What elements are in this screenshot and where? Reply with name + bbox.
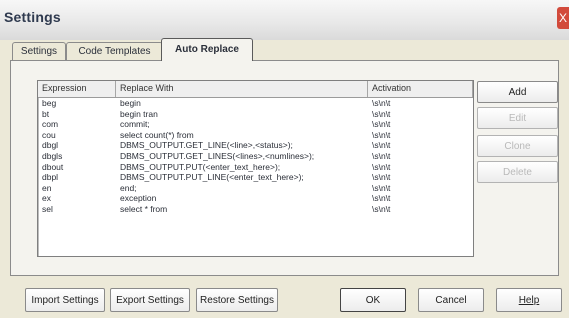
- activation-cell: \s\n\t: [372, 140, 391, 151]
- expression-cell: dbgls: [42, 150, 63, 161]
- export-settings-button[interactable]: Export Settings: [110, 288, 190, 312]
- expression-cell: ex: [42, 193, 51, 204]
- replace-with-cell: DBMS_OUTPUT.GET_LINE(<line>,<status>);: [120, 140, 293, 151]
- table-row[interactable]: sel select * from \s\n\t: [38, 204, 473, 215]
- table-row[interactable]: beg begin \s\n\t: [38, 98, 473, 109]
- expression-cell: beg: [42, 98, 57, 108]
- table-row[interactable]: dbgl DBMS_OUTPUT.GET_LINE(<line>,<status>…: [38, 140, 473, 151]
- replace-with-cell: DBMS_OUTPUT.PUT_LINE(<enter_text_here>);: [120, 172, 304, 183]
- delete-button[interactable]: Delete: [477, 161, 558, 183]
- tab-settings[interactable]: Settings: [12, 42, 66, 61]
- list-header: Expression Replace With Activation: [38, 81, 473, 98]
- expression-cell: dbout: [42, 161, 64, 172]
- activation-cell: \s\n\t: [372, 182, 391, 193]
- clone-button[interactable]: Clone: [477, 135, 558, 157]
- activation-cell: \s\n\t: [372, 161, 391, 172]
- activation-cell: \s\n\t: [372, 119, 391, 130]
- replace-with-cell: end;: [120, 182, 137, 193]
- activation-cell: \s\n\t: [372, 129, 391, 140]
- replace-with-cell: begin tran: [120, 108, 158, 119]
- expression-cell: dbgl: [42, 140, 59, 151]
- restore-settings-button[interactable]: Restore Settings: [196, 288, 278, 312]
- import-settings-button[interactable]: Import Settings: [25, 288, 105, 312]
- auto-replace-panel: Expression Replace With Activation beg be…: [10, 60, 559, 276]
- settings-dialog: Settings X Settings Code Templates Auto …: [0, 0, 569, 318]
- activation-cell: \s\n\t: [372, 172, 391, 183]
- activation-cell: \s\n\t: [372, 108, 391, 119]
- auto-replace-list[interactable]: Expression Replace With Activation beg be…: [37, 80, 474, 257]
- replace-with-cell: select count(*) from: [120, 129, 194, 140]
- help-button[interactable]: Help: [496, 288, 562, 312]
- expression-cell: cou: [42, 129, 56, 140]
- expression-cell: sel: [42, 203, 53, 214]
- table-row[interactable]: dbout DBMS_OUTPUT.PUT(<enter_text_here>);…: [38, 162, 473, 173]
- expression-cell: bt: [42, 108, 50, 119]
- replace-with-cell: commit;: [120, 119, 150, 130]
- column-header-activation[interactable]: Activation: [368, 81, 473, 97]
- replace-with-cell: DBMS_OUTPUT.GET_LINES(<lines>,<numlines>…: [120, 150, 315, 161]
- column-header-expression[interactable]: Expression: [38, 81, 116, 97]
- activation-cell: \s\n\t: [372, 193, 391, 204]
- ok-button[interactable]: OK: [340, 288, 406, 312]
- close-icon[interactable]: X: [557, 7, 569, 29]
- cancel-button[interactable]: Cancel: [418, 288, 484, 312]
- tab-code-templates[interactable]: Code Templates: [66, 42, 163, 61]
- table-row[interactable]: cou select count(*) from \s\n\t: [38, 130, 473, 141]
- activation-cell: \s\n\t: [372, 98, 391, 108]
- replace-with-cell: DBMS_OUTPUT.PUT(<enter_text_here>);: [120, 161, 281, 172]
- column-header-replace-with[interactable]: Replace With: [116, 81, 368, 97]
- activation-cell: \s\n\t: [372, 150, 391, 161]
- table-row[interactable]: dbgls DBMS_OUTPUT.GET_LINES(<lines>,<numl…: [38, 151, 473, 162]
- table-row[interactable]: dbpl DBMS_OUTPUT.PUT_LINE(<enter_text_her…: [38, 172, 473, 183]
- add-button[interactable]: Add: [477, 81, 558, 103]
- table-row[interactable]: en end; \s\n\t: [38, 183, 473, 194]
- window-title: Settings: [4, 9, 61, 25]
- tab-auto-replace[interactable]: Auto Replace: [161, 38, 253, 61]
- table-row[interactable]: bt begin tran \s\n\t: [38, 109, 473, 120]
- expression-cell: en: [42, 182, 52, 193]
- replace-with-cell: begin: [120, 98, 141, 108]
- expression-cell: dbpl: [42, 172, 59, 183]
- edit-button[interactable]: Edit: [477, 107, 558, 129]
- replace-with-cell: select * from: [120, 203, 168, 214]
- table-row[interactable]: ex exception \s\n\t: [38, 193, 473, 204]
- table-row[interactable]: com commit; \s\n\t: [38, 119, 473, 130]
- title-bar: Settings X: [0, 0, 569, 40]
- replace-with-cell: exception: [120, 193, 157, 204]
- activation-cell: \s\n\t: [372, 203, 391, 214]
- expression-cell: com: [42, 119, 59, 130]
